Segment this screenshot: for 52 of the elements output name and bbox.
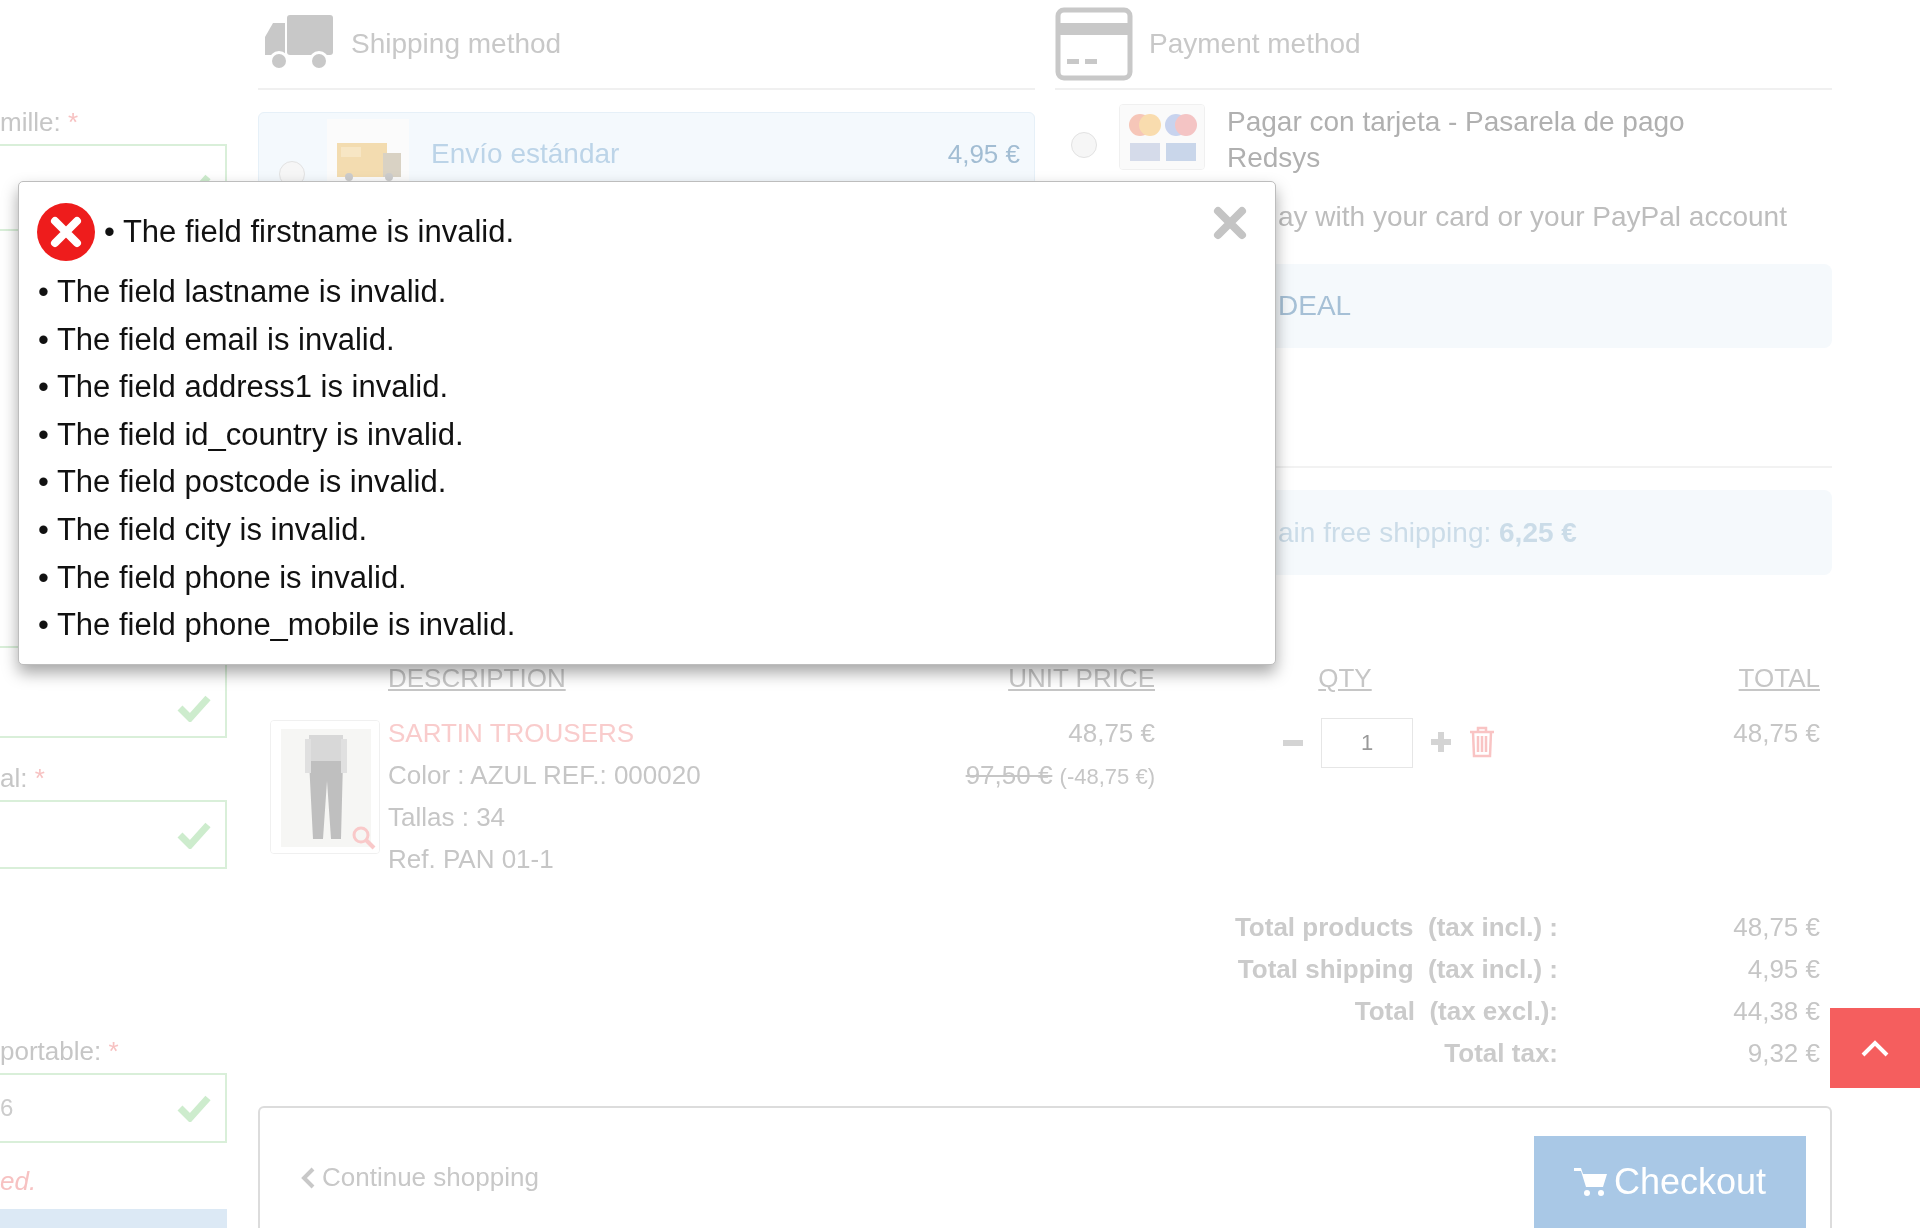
column-header[interactable]: TOTAL bbox=[1738, 663, 1820, 693]
zoom-icon[interactable] bbox=[351, 825, 377, 851]
discount-text: (-48,75 €) bbox=[1059, 764, 1155, 789]
line-total: 48,75 € bbox=[1732, 717, 1821, 750]
product-detail: Ref. PAN 01-1 bbox=[388, 843, 555, 876]
field-label: portable: * bbox=[0, 1035, 119, 1069]
quantity-field[interactable]: 1 bbox=[1321, 718, 1413, 768]
credit-card-icon bbox=[1055, 7, 1133, 81]
close-button[interactable] bbox=[1213, 206, 1247, 240]
error-message: • The field address1 is invalid. bbox=[37, 368, 450, 407]
radio-button[interactable] bbox=[1071, 132, 1097, 158]
old-price: 97,50 € bbox=[965, 760, 1053, 790]
total-value: 48,75 € bbox=[1733, 912, 1820, 942]
total-value: 44,38 € bbox=[1733, 996, 1820, 1026]
column-header[interactable]: QTY bbox=[1318, 663, 1372, 693]
product-detail: Color : AZUL REF.: 000020 bbox=[388, 759, 702, 792]
scroll-top-button[interactable] bbox=[1830, 1008, 1920, 1088]
field-label: mille: * bbox=[0, 106, 79, 139]
unit-price: 48,75 € bbox=[1067, 717, 1155, 750]
trash-icon bbox=[1469, 726, 1495, 758]
plus-icon bbox=[1431, 732, 1451, 752]
chevron-left-icon bbox=[300, 1166, 316, 1189]
field-label: al: * bbox=[0, 761, 45, 795]
minus-icon bbox=[1283, 740, 1303, 746]
payment-description: ay with your card or your PayPal account bbox=[1278, 200, 1788, 234]
error-message: • The field id_country is invalid. bbox=[37, 415, 465, 454]
checkout-button[interactable]: Checkout bbox=[1534, 1136, 1806, 1228]
error-message: • The field phone is invalid. bbox=[37, 558, 408, 597]
option-price: 4,95 € bbox=[947, 138, 1020, 171]
option-name: Envío estándar bbox=[431, 137, 621, 171]
close-icon bbox=[1213, 206, 1247, 240]
error-message: • The field lastname is invalid. bbox=[37, 273, 448, 311]
option-name: Pagar con tarjeta - Pasarela de pago Redsys bbox=[1227, 105, 1686, 175]
total-value: 9,32 € bbox=[1747, 1038, 1820, 1068]
check-icon bbox=[177, 820, 211, 849]
note-text: ed. bbox=[0, 1164, 37, 1198]
total-value: 4,95 € bbox=[1747, 954, 1820, 984]
error-message: • The field firstname is invalid. bbox=[104, 213, 514, 252]
chevron-up-icon bbox=[1860, 1038, 1890, 1058]
cart-icon bbox=[1573, 1167, 1608, 1197]
check-icon bbox=[177, 1094, 211, 1123]
button[interactable] bbox=[0, 1208, 227, 1228]
error-message: • The field city is invalid. bbox=[37, 510, 369, 549]
column-header[interactable]: DESCRIPTION bbox=[388, 663, 566, 693]
error-message: • The field email is invalid. bbox=[37, 320, 396, 359]
error-icon bbox=[36, 202, 96, 262]
error-message: • The field phone_mobile is invalid. bbox=[37, 606, 517, 645]
check-icon bbox=[177, 693, 211, 722]
product-detail: Tallas : 34 bbox=[388, 801, 507, 834]
column-header[interactable]: UNIT PRICE bbox=[1008, 663, 1155, 693]
error-message: • The field postcode is invalid. bbox=[37, 463, 448, 502]
input-field[interactable] bbox=[0, 799, 227, 870]
